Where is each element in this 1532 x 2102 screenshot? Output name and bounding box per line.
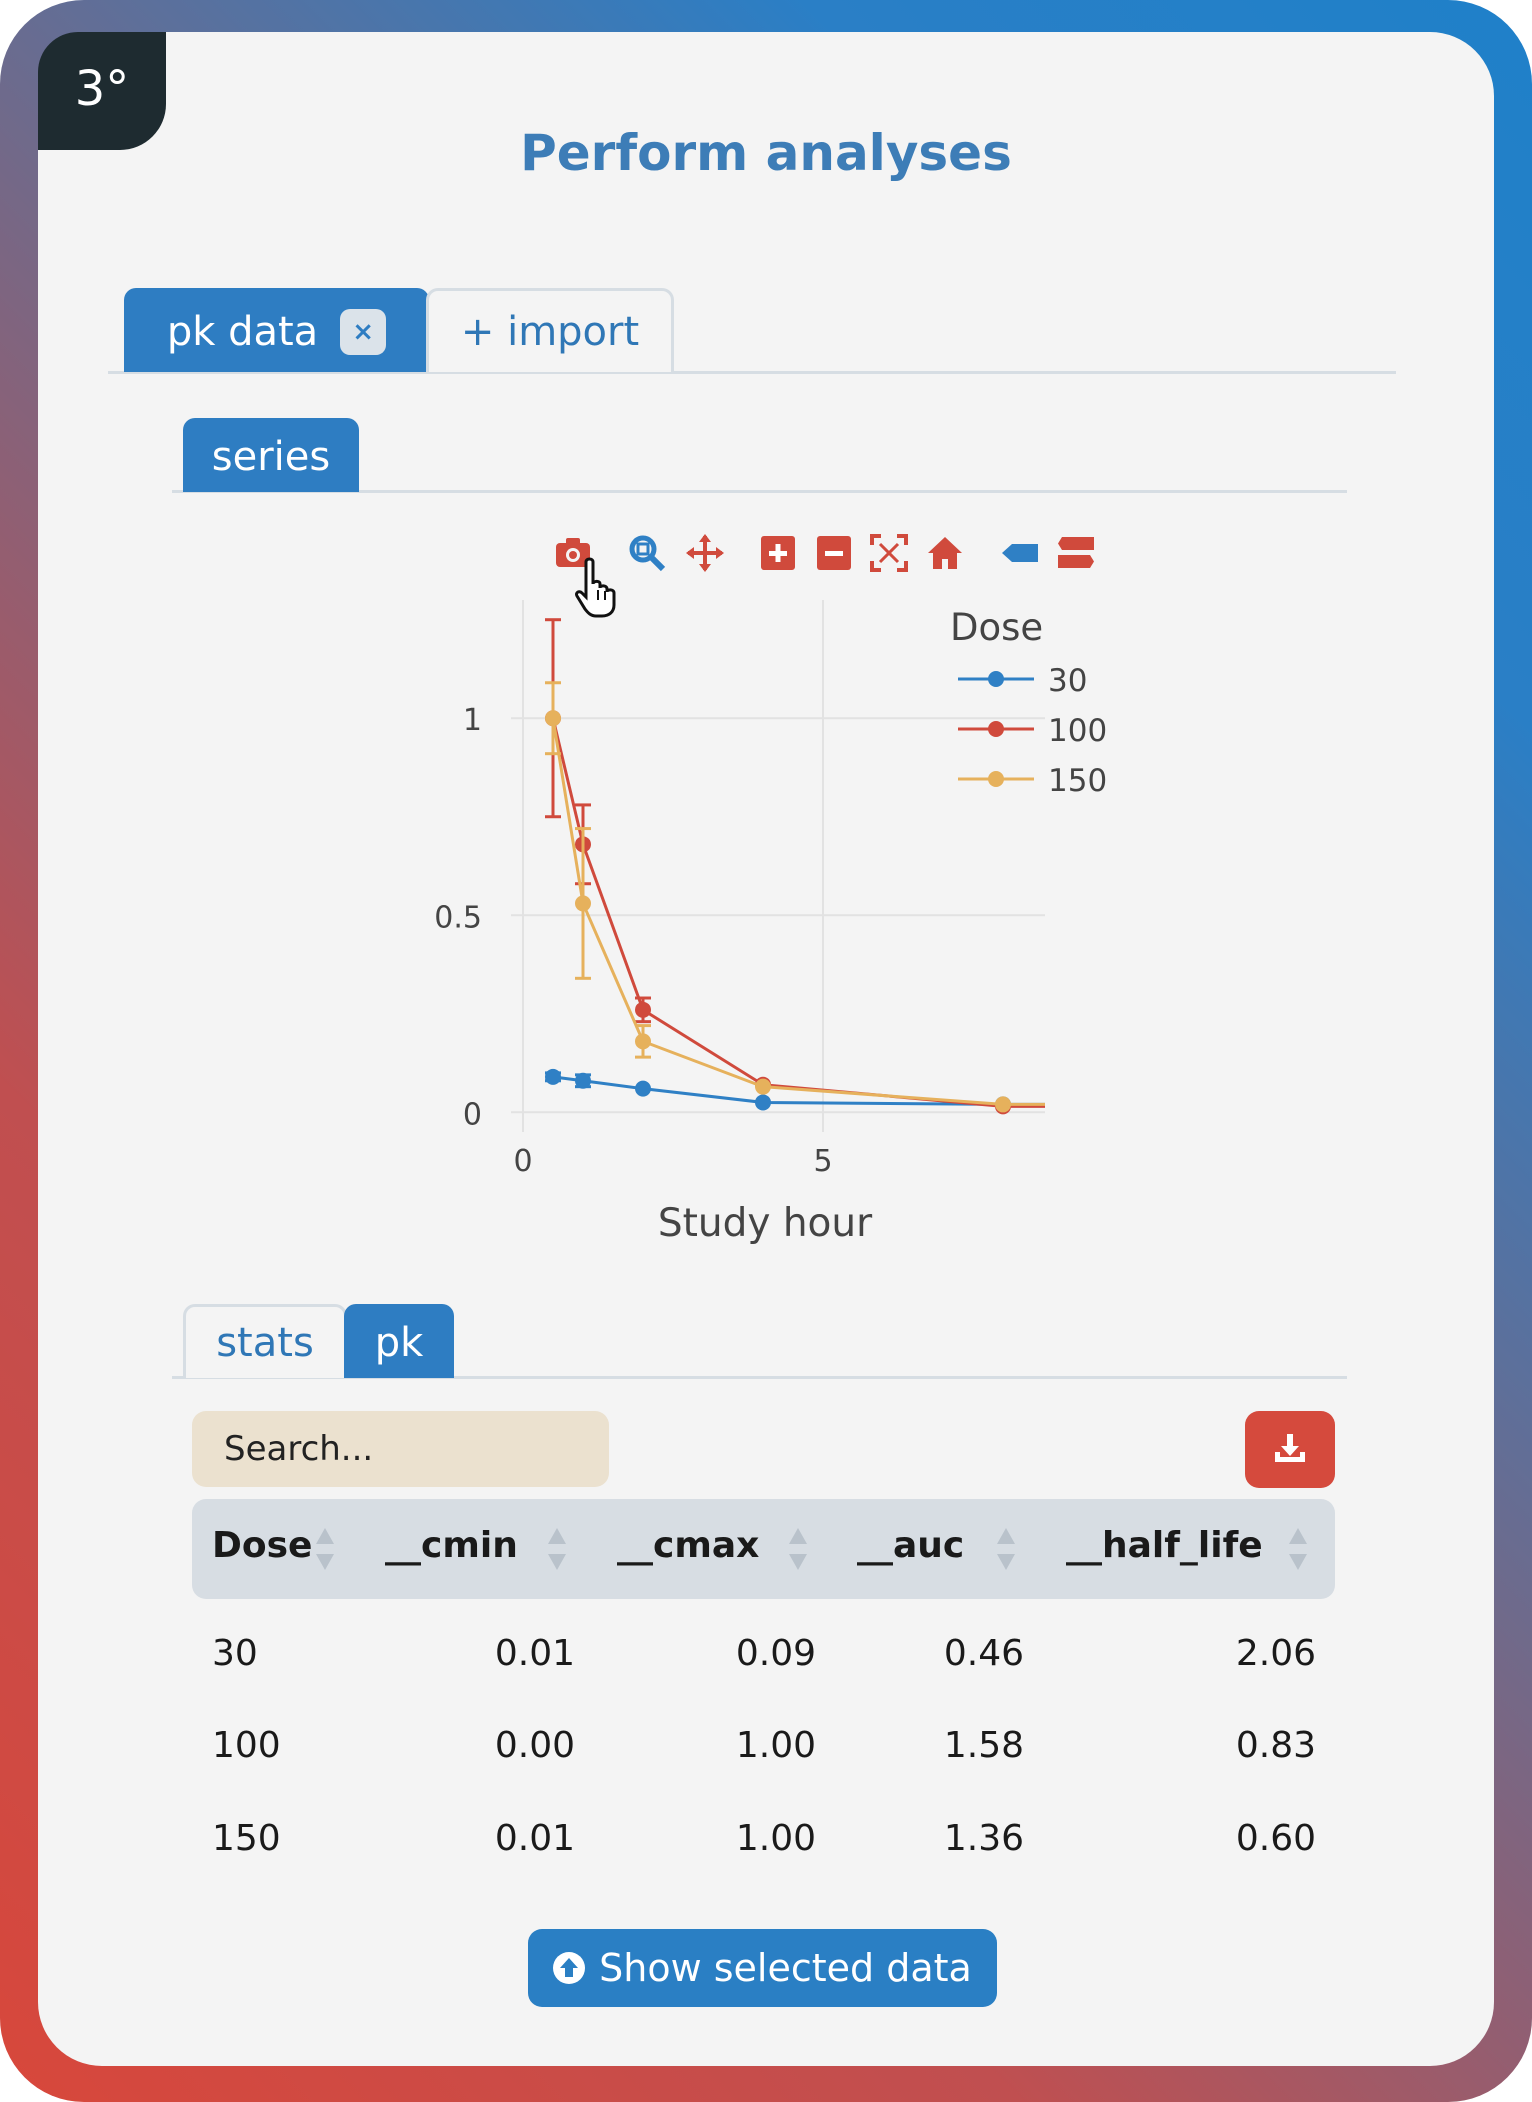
- show-selected-data-label: Show selected data: [599, 1946, 972, 1990]
- column-header-cmax[interactable]: __cmax: [617, 1525, 759, 1566]
- data-point: [545, 710, 561, 727]
- column-header-auc[interactable]: __auc: [857, 1525, 964, 1566]
- data-point: [995, 1096, 1011, 1113]
- sort-icon[interactable]: [1287, 1524, 1309, 1574]
- cell-cmax: 1.00: [735, 1725, 816, 1766]
- sort-icon[interactable]: [787, 1524, 809, 1574]
- data-point: [755, 1094, 771, 1111]
- y-tick-label: 1: [463, 703, 482, 738]
- download-icon: [1275, 1434, 1305, 1462]
- data-point: [635, 1033, 651, 1050]
- tab-pk[interactable]: pk: [344, 1304, 454, 1378]
- y-axis: 00.51: [434, 703, 482, 1132]
- cell-cmax: 1.00: [735, 1818, 816, 1859]
- data-point: [635, 1080, 651, 1097]
- tab-stats[interactable]: stats: [183, 1304, 347, 1378]
- data-point: [635, 1001, 651, 1018]
- x-axis: 05: [513, 1144, 832, 1179]
- column-header-half-life[interactable]: __half_life: [1066, 1525, 1263, 1566]
- data-point: [545, 1068, 561, 1085]
- chart-legend[interactable]: Dose 30 100 150: [950, 606, 1107, 799]
- cell-dose: 150: [212, 1818, 281, 1859]
- show-selected-data-button[interactable]: Show selected data: [528, 1929, 997, 2007]
- cell-cmax: 0.09: [735, 1633, 816, 1674]
- legend-marker: [988, 671, 1004, 687]
- y-tick-label: 0.5: [434, 900, 482, 935]
- cell-dose: 30: [212, 1633, 258, 1674]
- legend-marker: [988, 721, 1004, 737]
- column-header-dose[interactable]: Dose: [212, 1525, 312, 1566]
- x-tick-label: 0: [513, 1144, 532, 1179]
- cell-auc: 1.58: [943, 1725, 1024, 1766]
- x-axis-title: Study hour: [658, 1201, 873, 1246]
- sort-icon[interactable]: [314, 1524, 336, 1574]
- chart-series: [545, 618, 1045, 1115]
- upload-icon: [553, 1952, 586, 1984]
- cell-half-life: 2.06: [1235, 1633, 1316, 1674]
- series-line-150: [551, 717, 1045, 1106]
- legend-marker: [988, 771, 1004, 787]
- data-point: [755, 1078, 771, 1095]
- cell-cmin: 0.01: [494, 1633, 575, 1674]
- cell-half-life: 0.83: [1235, 1725, 1316, 1766]
- cell-cmin: 0.00: [494, 1725, 575, 1766]
- sort-icon[interactable]: [995, 1524, 1017, 1574]
- cell-auc: 0.46: [943, 1633, 1024, 1674]
- cell-dose: 100: [212, 1725, 281, 1766]
- data-point: [575, 895, 591, 912]
- legend-title: Dose: [950, 606, 1043, 649]
- cell-half-life: 0.60: [1235, 1818, 1316, 1859]
- y-tick-label: 0: [463, 1097, 482, 1132]
- legend-label-30: 30: [1048, 663, 1087, 699]
- column-header-cmin[interactable]: __cmin: [385, 1525, 518, 1566]
- sort-icon[interactable]: [546, 1524, 568, 1574]
- download-button[interactable]: [1245, 1411, 1335, 1488]
- cell-auc: 1.36: [943, 1818, 1024, 1859]
- data-point: [575, 1072, 591, 1089]
- legend-label-100: 100: [1048, 713, 1107, 749]
- pk-series-chart[interactable]: 00.51 05 Study hour Dose 30100150: [0, 0, 1532, 1280]
- search-input[interactable]: Search...: [192, 1411, 609, 1487]
- legend-label-150: 150: [1048, 763, 1107, 799]
- series-line-100: [551, 717, 1045, 1108]
- x-tick-label: 5: [813, 1144, 832, 1179]
- cell-cmin: 0.01: [494, 1818, 575, 1859]
